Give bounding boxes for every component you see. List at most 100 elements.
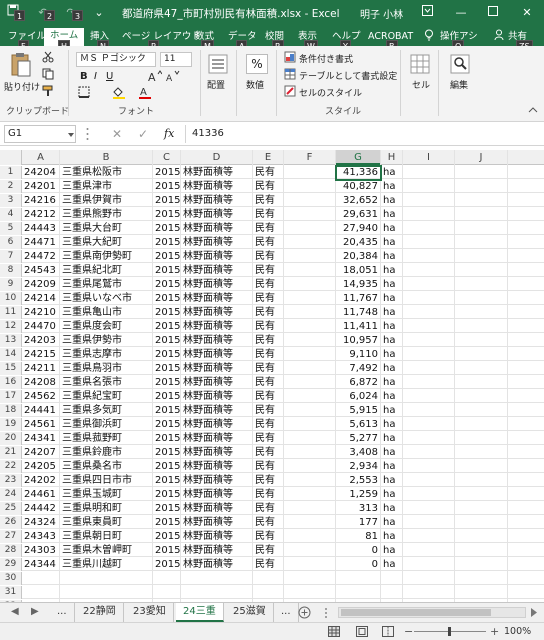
select-all-button[interactable]: [0, 150, 22, 165]
cell-area[interactable]: 11,767: [336, 292, 380, 305]
number-format-button[interactable]: %: [246, 54, 268, 74]
zoom-out-icon[interactable]: −: [404, 625, 413, 638]
cell-year[interactable]: 2015: [155, 208, 180, 221]
cell-code[interactable]: 24214: [24, 292, 59, 305]
cell-unit[interactable]: ha: [383, 544, 402, 557]
cell-year[interactable]: 2015: [155, 544, 180, 557]
cell-year[interactable]: 2015: [155, 264, 180, 277]
font-grow-icon[interactable]: A: [148, 70, 163, 85]
cell-unit[interactable]: ha: [383, 320, 402, 333]
cell-ownership[interactable]: 民有: [255, 446, 283, 459]
cell-year[interactable]: 2015: [155, 222, 180, 235]
cell-ownership[interactable]: 民有: [255, 544, 283, 557]
cell-category[interactable]: [183, 572, 252, 585]
cell-category[interactable]: 林野面積等: [183, 222, 252, 235]
cell-code[interactable]: [24, 586, 59, 599]
cell-code[interactable]: 24471: [24, 236, 59, 249]
alignment-icon[interactable]: [208, 54, 228, 77]
cell-year[interactable]: 2015: [155, 446, 180, 459]
alignment-label[interactable]: 配置: [207, 78, 225, 91]
cell-unit[interactable]: ha: [383, 404, 402, 417]
cell-ownership[interactable]: 民有: [255, 180, 283, 193]
table-row[interactable]: 25 24442 三重県明和町 2015 林野面積等 民有 313 ha: [0, 502, 544, 515]
cell-styles-button[interactable]: セルのスタイル: [299, 86, 362, 99]
cell-category[interactable]: 林野面積等: [183, 306, 252, 319]
number-label[interactable]: 数値: [246, 78, 264, 91]
sheet-tab-23[interactable]: 23愛知: [126, 603, 174, 622]
row-header[interactable]: 27: [0, 530, 22, 543]
cell-area[interactable]: 5,613: [336, 418, 380, 431]
cell-area[interactable]: 27,940: [336, 222, 380, 235]
cell-unit[interactable]: ha: [383, 250, 402, 263]
cell-municipality[interactable]: 三重県多気町: [62, 404, 152, 417]
cell-unit[interactable]: ha: [383, 488, 402, 501]
table-row[interactable]: 26 24324 三重県東員町 2015 林野面積等 民有 177 ha: [0, 516, 544, 529]
cell-unit[interactable]: ha: [383, 180, 402, 193]
table-row[interactable]: 19 24561 三重県御浜町 2015 林野面積等 民有 5,613 ha: [0, 418, 544, 431]
horizontal-scrollbar[interactable]: [338, 607, 526, 618]
cell-area[interactable]: 29,631: [336, 208, 380, 221]
cell-unit[interactable]: ha: [383, 334, 402, 347]
table-row[interactable]: 15 24211 三重県鳥羽市 2015 林野面積等 民有 7,492 ha: [0, 362, 544, 375]
cell-code[interactable]: 24205: [24, 460, 59, 473]
cell-category[interactable]: 林野面積等: [183, 194, 252, 207]
table-row[interactable]: 16 24208 三重県名張市 2015 林野面積等 民有 6,872 ha: [0, 376, 544, 389]
cell-category[interactable]: 林野面積等: [183, 404, 252, 417]
fill-color-icon[interactable]: [112, 86, 126, 102]
cell-municipality[interactable]: 三重県東員町: [62, 516, 152, 529]
italic-button[interactable]: I: [94, 71, 97, 82]
customize-toolbar-icon[interactable]: ⌄: [90, 4, 108, 22]
cell-category[interactable]: 林野面積等: [183, 418, 252, 431]
normal-view-icon[interactable]: [328, 626, 340, 640]
row-header[interactable]: 9: [0, 278, 22, 291]
cell-category[interactable]: 林野面積等: [183, 544, 252, 557]
cell-ownership[interactable]: 民有: [255, 460, 283, 473]
page-layout-view-icon[interactable]: [356, 626, 368, 640]
table-row[interactable]: 21 24207 三重県鈴鹿市 2015 林野面積等 民有 3,408 ha: [0, 446, 544, 459]
cell-year[interactable]: 2015: [155, 292, 180, 305]
cell-area[interactable]: 7,492: [336, 362, 380, 375]
cell-year[interactable]: 2015: [155, 558, 180, 571]
cell-year[interactable]: 2015: [155, 180, 180, 193]
cell-year[interactable]: 2015: [155, 404, 180, 417]
cell-year[interactable]: 2015: [155, 166, 180, 179]
cell-area[interactable]: 81: [336, 530, 380, 543]
row-header[interactable]: 15: [0, 362, 22, 375]
cell-area[interactable]: 0: [336, 544, 380, 557]
table-row[interactable]: 28 24303 三重県木曽岬町 2015 林野面積等 民有 0 ha: [0, 544, 544, 557]
cell-ownership[interactable]: 民有: [255, 222, 283, 235]
table-row[interactable]: 12 24470 三重県度会町 2015 林野面積等 民有 11,411 ha: [0, 320, 544, 333]
column-header-j[interactable]: J: [455, 150, 508, 165]
cell-category[interactable]: 林野面積等: [183, 320, 252, 333]
close-icon[interactable]: ✕: [512, 0, 542, 26]
font-name-select[interactable]: ＭＳ Ｐゴシック: [76, 52, 156, 67]
cell-year[interactable]: [155, 572, 180, 585]
sheet-tab-25[interactable]: 25滋賀: [226, 603, 274, 622]
paste-icon[interactable]: [10, 52, 32, 81]
chevron-down-icon[interactable]: [68, 130, 74, 141]
row-header[interactable]: 8: [0, 264, 22, 277]
table-row[interactable]: 2 24201 三重県津市 2015 林野面積等 民有 40,827 ha: [0, 180, 544, 193]
cell-unit[interactable]: ha: [383, 446, 402, 459]
cell-area[interactable]: 0: [336, 558, 380, 571]
cell-area[interactable]: 313: [336, 502, 380, 515]
row-header[interactable]: 17: [0, 390, 22, 403]
cell-area[interactable]: 14,935: [336, 278, 380, 291]
cell-ownership[interactable]: 民有: [255, 208, 283, 221]
row-header[interactable]: 6: [0, 236, 22, 249]
cell-code[interactable]: 24211: [24, 362, 59, 375]
cell-year[interactable]: 2015: [155, 250, 180, 263]
cell-area[interactable]: 2,553: [336, 474, 380, 487]
cell-year[interactable]: 2015: [155, 362, 180, 375]
cell-ownership[interactable]: 民有: [255, 292, 283, 305]
cell-municipality[interactable]: 三重県川越町: [62, 558, 152, 571]
cell-ownership[interactable]: 民有: [255, 348, 283, 361]
cell-ownership[interactable]: 民有: [255, 530, 283, 543]
cell-area[interactable]: 11,748: [336, 306, 380, 319]
column-header-d[interactable]: D: [181, 150, 253, 165]
cell-code[interactable]: 24216: [24, 194, 59, 207]
cell-ownership[interactable]: 民有: [255, 418, 283, 431]
cell-category[interactable]: 林野面積等: [183, 460, 252, 473]
sheet-tab-overflow[interactable]: ...: [50, 603, 75, 622]
cell-unit[interactable]: ha: [383, 376, 402, 389]
